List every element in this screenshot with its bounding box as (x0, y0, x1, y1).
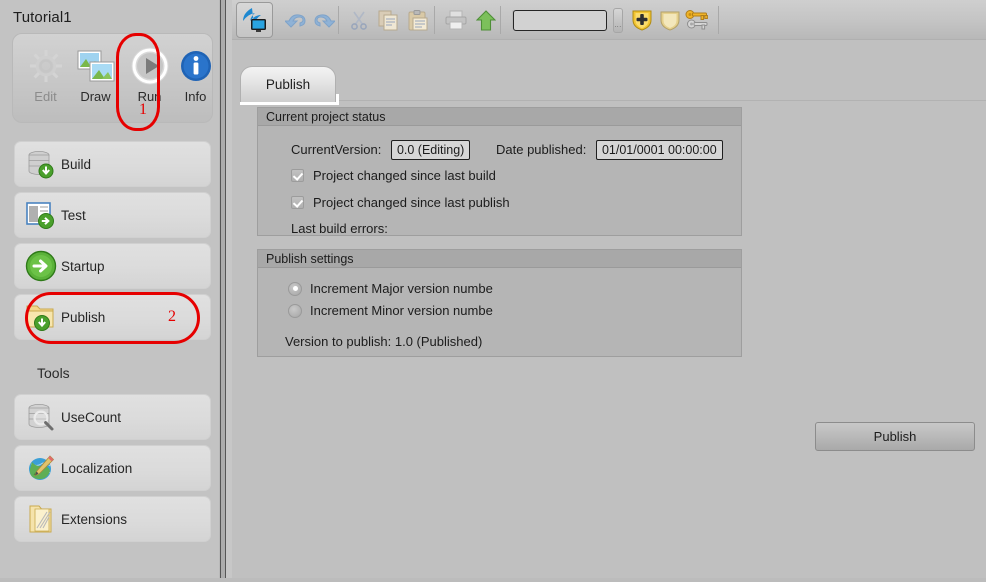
sidebar-splitter[interactable] (219, 0, 232, 582)
upload-arrow-icon[interactable] (472, 6, 499, 34)
tab-strip-line (339, 100, 986, 105)
main-content: Publish Current project status CurrentVe… (232, 40, 986, 582)
undo-icon[interactable] (282, 6, 309, 34)
folder-extensions-icon (21, 504, 61, 534)
gear-icon (21, 44, 70, 88)
tab-publish[interactable]: Publish (240, 66, 336, 102)
radio-label-increment-minor: Increment Minor version numbe (310, 303, 493, 318)
green-arrow-circle-icon (21, 250, 61, 282)
toolbar-separator-1 (338, 6, 339, 34)
search-input[interactable] (513, 10, 607, 31)
page-title: Tutorial1 (13, 9, 72, 26)
sidebar-item-label-startup: Startup (61, 258, 105, 274)
toolbar-separator-4 (718, 6, 719, 34)
current-project-status-group: Current project status CurrentVersion: 0… (257, 107, 742, 236)
main-toolbar: ... (232, 0, 986, 40)
run-step-number: 1 (139, 101, 147, 118)
tab-publish-label: Publish (265, 77, 311, 92)
publish-settings-title: Publish settings (258, 250, 741, 268)
toolbar-separator-2 (434, 6, 435, 34)
checkbox-changed-since-publish[interactable]: Project changed since last publish (291, 195, 510, 210)
window-run-icon (21, 200, 61, 230)
keys-icon[interactable] (684, 6, 710, 34)
mode-label-info: Info (184, 89, 207, 104)
radio-increment-minor[interactable]: Increment Minor version numbe (288, 303, 493, 318)
date-published-value: 01/01/0001 00:00:00 (595, 140, 723, 160)
shield-add-icon[interactable] (630, 6, 654, 34)
sidebar-item-extensions[interactable]: Extensions (14, 496, 211, 542)
checkbox-label-changed-since-publish: Project changed since last publish (313, 195, 510, 210)
publish-button[interactable]: Publish (815, 422, 975, 451)
sidebar-item-test[interactable]: Test (14, 192, 211, 238)
checkbox-label-changed-since-build: Project changed since last build (313, 168, 496, 183)
mode-label-run: Run (137, 89, 162, 104)
mode-button-edit[interactable]: Edit (21, 40, 70, 118)
sidebar-item-label-publish: Publish (61, 309, 106, 325)
sidebar-item-label-localization: Localization (61, 460, 133, 476)
current-version-label: CurrentVersion: (291, 142, 382, 157)
sidebar-item-label-test: Test (61, 207, 86, 223)
mode-button-draw[interactable]: Draw (71, 40, 120, 118)
sidebar-item-usecount[interactable]: UseCount (14, 394, 211, 440)
tools-section-heading: Tools (37, 365, 70, 381)
info-icon (171, 44, 220, 88)
publish-step-number: 2 (168, 308, 176, 325)
globe-pencil-icon (21, 453, 61, 483)
toolbar-overflow-label: ... (614, 22, 622, 29)
pictures-icon (71, 44, 120, 88)
mode-label-draw: Draw (80, 89, 111, 104)
current-project-status-title: Current project status (258, 108, 741, 126)
radio-label-increment-major: Increment Major version numbe (310, 281, 493, 296)
mode-button-info[interactable]: Info (171, 40, 220, 118)
current-version-row: CurrentVersion: 0.0 (Editing) (291, 140, 471, 160)
mode-toolbar: Edit Draw Run Info (12, 33, 213, 123)
folder-download-icon (21, 302, 61, 332)
redo-icon[interactable] (310, 6, 337, 34)
sidebar-item-localization[interactable]: Localization (14, 445, 211, 491)
database-magnifier-icon (21, 402, 61, 432)
publish-settings-group: Publish settings Increment Major version… (257, 249, 742, 357)
paste-icon[interactable] (405, 6, 432, 34)
radio-icon[interactable] (288, 303, 302, 318)
sidebar-item-label-usecount: UseCount (61, 409, 122, 425)
mode-label-edit: Edit (34, 89, 57, 104)
sidebar-item-build[interactable]: Build (14, 141, 211, 187)
shield-icon[interactable] (658, 6, 682, 34)
app-logo-icon[interactable] (236, 2, 273, 38)
copy-icon[interactable] (375, 6, 402, 34)
sidebar-item-startup[interactable]: Startup (14, 243, 211, 289)
sidebar-item-publish[interactable]: Publish 2 (14, 294, 211, 340)
print-icon[interactable] (442, 6, 469, 34)
database-download-icon (21, 149, 61, 179)
current-version-value: 0.0 (Editing) (390, 140, 471, 160)
left-sidebar: Tutorial1 Edit Draw Run Info 1 Build Tes… (0, 0, 219, 582)
play-icon (125, 44, 174, 88)
mode-button-run[interactable]: Run (125, 40, 174, 118)
version-to-publish-text: Version to publish: 1.0 (Published) (285, 334, 483, 349)
radio-increment-major[interactable]: Increment Major version numbe (288, 281, 493, 296)
cut-icon[interactable] (345, 6, 372, 34)
radio-icon[interactable] (288, 281, 302, 296)
toolbar-separator-3 (500, 6, 501, 34)
last-build-errors-label: Last build errors: (291, 221, 388, 236)
checkbox-changed-since-build[interactable]: Project changed since last build (291, 168, 496, 183)
window-bottom-edge (0, 578, 986, 582)
toolbar-overflow-button[interactable]: ... (613, 8, 623, 33)
date-published-label: Date published: (496, 142, 587, 157)
sidebar-item-label-build: Build (61, 156, 92, 172)
sidebar-item-label-extensions: Extensions (61, 511, 128, 527)
date-published-row: Date published: 01/01/0001 00:00:00 (496, 140, 723, 160)
checkbox-icon[interactable] (291, 169, 304, 182)
checkbox-icon[interactable] (291, 196, 304, 209)
